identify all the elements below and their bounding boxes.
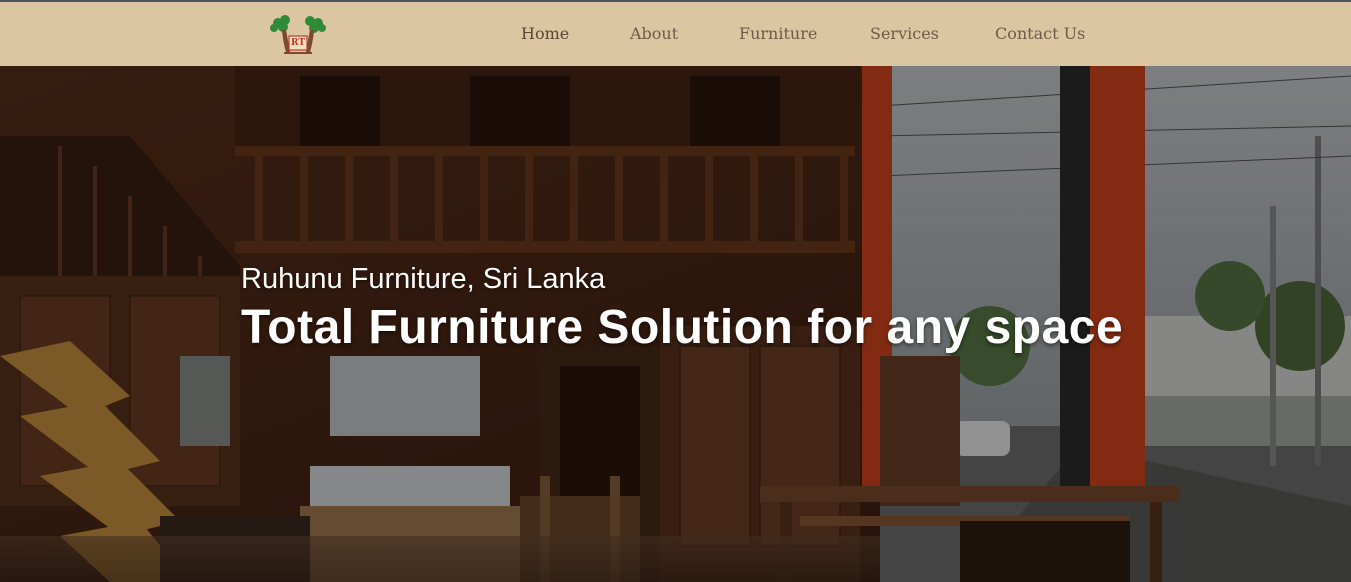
hero-kicker: Ruhunu Furniture, Sri Lanka bbox=[241, 263, 606, 295]
hero-title: Total Furniture Solution for any space bbox=[241, 301, 1124, 354]
page: RT Home About Furniture Services Contact… bbox=[0, 0, 1351, 582]
hero-banner: Ruhunu Furniture, Sri Lanka Total Furnit… bbox=[0, 66, 1351, 582]
hero-text-block: Ruhunu Furniture, Sri Lanka Total Furnit… bbox=[241, 262, 1123, 356]
nav-contact-us[interactable]: Contact Us bbox=[995, 24, 1085, 43]
nav-about[interactable]: About bbox=[630, 24, 678, 43]
site-header: RT Home About Furniture Services Contact… bbox=[0, 0, 1351, 66]
nav-furniture[interactable]: Furniture bbox=[739, 24, 817, 43]
nav-services[interactable]: Services bbox=[870, 24, 939, 43]
nav-home[interactable]: Home bbox=[521, 24, 569, 43]
main-nav: Home About Furniture Services Contact Us bbox=[0, 2, 1351, 66]
